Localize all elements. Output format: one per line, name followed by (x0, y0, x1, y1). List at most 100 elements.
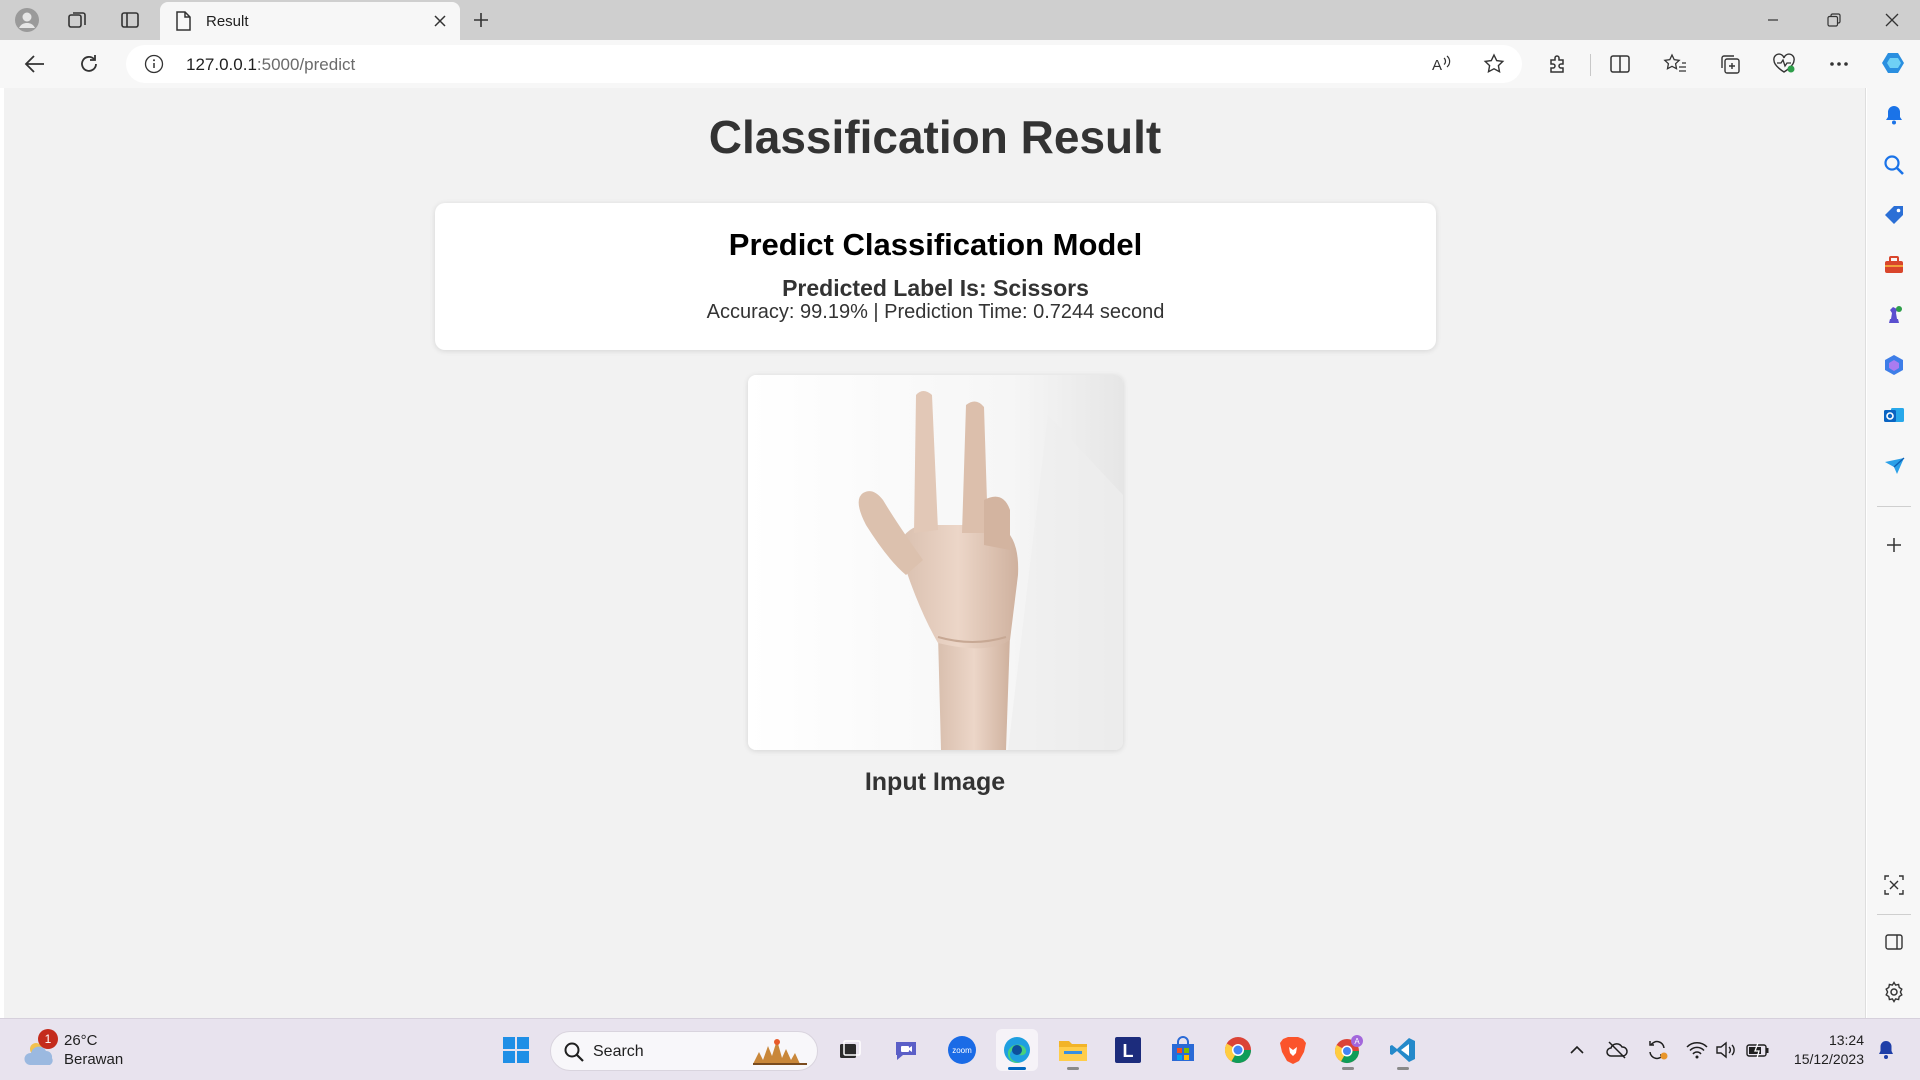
plus-icon (474, 13, 488, 27)
restore-button[interactable] (1806, 0, 1862, 40)
new-tab-button[interactable] (466, 5, 496, 35)
profile-icon (15, 8, 39, 32)
games-button[interactable] (1879, 300, 1909, 330)
close-icon (1885, 13, 1899, 27)
more-menu-button[interactable] (1822, 48, 1856, 80)
tray-sync[interactable] (1643, 1035, 1671, 1065)
sidebar-settings-button[interactable] (1879, 977, 1909, 1007)
taskbar-clock[interactable]: 13:24 15/12/2023 (1784, 1031, 1864, 1069)
hide-sidebar-button[interactable] (1879, 927, 1909, 957)
tab-actions-button[interactable] (115, 5, 145, 35)
folder-icon (1059, 1041, 1087, 1061)
page-viewport: Classification Result Predict Classifica… (4, 88, 1866, 1018)
screenshot-icon (1884, 875, 1904, 895)
browser-toolbar: 127.0.0.1:5000/predict A (0, 40, 1920, 88)
workspaces-button[interactable] (62, 5, 92, 35)
weather-widget[interactable]: 1 26°C Berawan (20, 1029, 140, 1073)
screenshot-button[interactable] (1879, 870, 1909, 900)
copilot-button[interactable] (1879, 48, 1909, 78)
tray-volume[interactable] (1712, 1035, 1740, 1065)
running-indicator (1342, 1067, 1354, 1070)
collections-button[interactable] (1713, 48, 1747, 80)
profile-button[interactable] (12, 5, 42, 35)
bell-icon (1886, 106, 1902, 125)
chrome-icon (1224, 1037, 1252, 1064)
favorites-button[interactable] (1658, 48, 1692, 80)
windows-taskbar: 1 26°C Berawan Search zoom L A 13:24 15/… (0, 1018, 1920, 1080)
close-window-button[interactable] (1864, 0, 1920, 40)
outlook-button[interactable] (1879, 400, 1909, 430)
browser-essentials-button[interactable] (1767, 48, 1801, 80)
add-sidebar-app-button[interactable] (1879, 530, 1909, 560)
running-indicator (1397, 1067, 1409, 1070)
notifications-button[interactable] (1879, 100, 1909, 130)
url-text[interactable]: 127.0.0.1:5000/predict (186, 55, 355, 75)
search-icon (563, 1041, 585, 1068)
tab-result[interactable]: Result (160, 2, 460, 40)
tab-title: Result (206, 13, 249, 30)
taskbar-file-explorer[interactable] (1052, 1029, 1094, 1071)
read-aloud-button[interactable]: A (1426, 49, 1458, 79)
notification-center-button[interactable] (1872, 1035, 1900, 1065)
chevron-up-icon (1570, 1045, 1584, 1054)
split-screen-icon (1610, 55, 1630, 73)
battery-charging-icon (1746, 1042, 1769, 1058)
sidebar-separator (1877, 506, 1911, 507)
plus-icon (1887, 538, 1901, 552)
taskbar-vscode[interactable] (1382, 1029, 1424, 1071)
search-placeholder: Search (593, 1043, 644, 1060)
tab-strip: Result (0, 0, 1920, 40)
l-app-icon: L (1115, 1037, 1141, 1063)
input-image (748, 375, 1123, 750)
shopping-button[interactable] (1879, 200, 1909, 230)
tools-button[interactable] (1879, 250, 1909, 280)
start-button[interactable] (495, 1029, 537, 1071)
taskbar-edge[interactable] (996, 1029, 1038, 1071)
tray-battery[interactable] (1744, 1035, 1772, 1065)
extensions-button[interactable] (1541, 48, 1575, 80)
tray-onedrive[interactable] (1603, 1035, 1631, 1065)
puzzle-icon (1550, 55, 1564, 73)
microsoft-365-button[interactable] (1879, 350, 1909, 380)
taskbar-chrome-profile[interactable]: A (1327, 1029, 1369, 1071)
show-hidden-icons-button[interactable] (1563, 1035, 1591, 1065)
taskbar-search[interactable]: Search (550, 1031, 818, 1071)
vertical-tabs-icon (121, 12, 139, 28)
taskbar-microsoft-store[interactable] (1162, 1029, 1204, 1071)
favorite-button[interactable] (1478, 49, 1510, 79)
back-button[interactable] (18, 48, 52, 80)
store-icon (1172, 1036, 1194, 1061)
minimize-button[interactable] (1745, 0, 1801, 40)
split-screen-button[interactable] (1603, 48, 1637, 80)
weather-alert-badge: 1 (38, 1029, 58, 1049)
vscode-icon (1390, 1038, 1415, 1062)
taskbar-zoom[interactable]: zoom (941, 1029, 983, 1071)
edge-browser-icon (1004, 1037, 1030, 1063)
tray-wifi[interactable] (1683, 1035, 1711, 1065)
site-info-icon[interactable] (144, 54, 164, 79)
taskbar-chrome[interactable] (1217, 1029, 1259, 1071)
gear-icon (1885, 981, 1903, 1003)
drop-button[interactable] (1879, 450, 1909, 480)
search-sidebar-button[interactable] (1879, 150, 1909, 180)
edge-sidebar (1867, 40, 1920, 1018)
taskbar-teams[interactable] (885, 1029, 927, 1071)
taskbar-task-view[interactable] (829, 1029, 871, 1071)
svg-text:L: L (1123, 1041, 1134, 1061)
favorites-star-icon (1663, 53, 1686, 72)
taskbar-brave[interactable] (1272, 1029, 1314, 1071)
ellipsis-icon (1830, 62, 1848, 66)
wifi-icon (1686, 1042, 1708, 1059)
task-view-icon (840, 1040, 861, 1058)
address-bar[interactable]: 127.0.0.1:5000/predict A (126, 45, 1522, 83)
refresh-button[interactable] (72, 48, 106, 80)
sidebar-separator-bottom (1877, 914, 1911, 915)
prediction-stats: Accuracy: 99.19% | Prediction Time: 0.72… (706, 301, 1165, 323)
read-aloud-icon: A (1432, 55, 1451, 74)
tab-close-button[interactable] (428, 9, 452, 33)
tag-icon (1885, 206, 1903, 224)
predicted-label: Predicted Label Is: Scissors (782, 275, 1089, 301)
page-title: Classification Result (708, 111, 1162, 163)
taskbar-l-app[interactable]: L (1107, 1029, 1149, 1071)
brave-lion-icon (1280, 1037, 1306, 1064)
